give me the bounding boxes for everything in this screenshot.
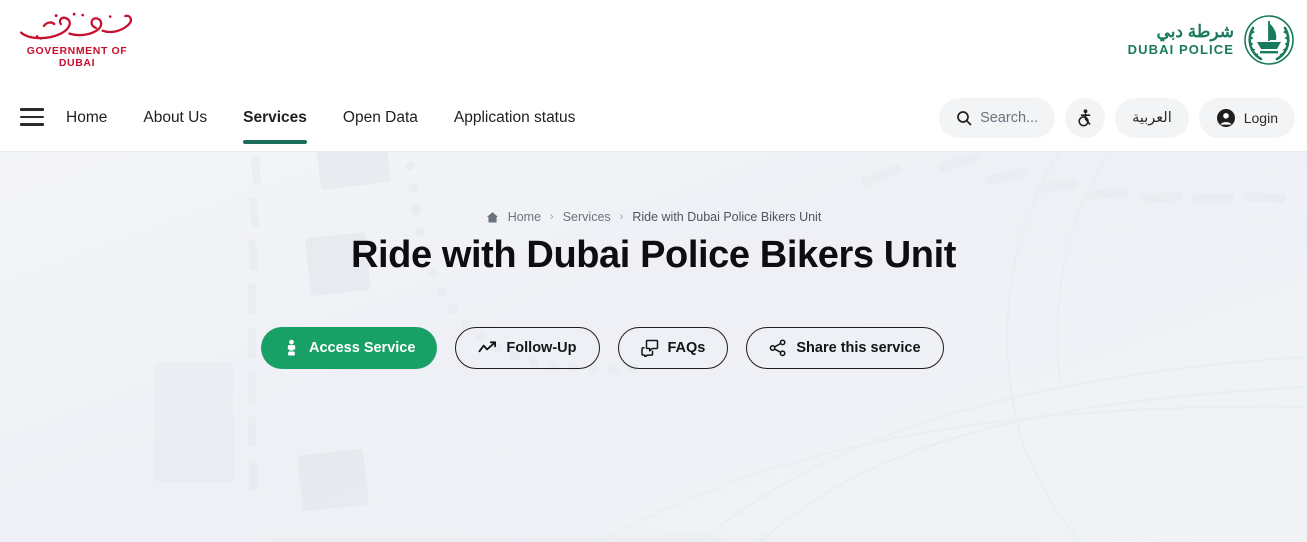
tap-person-icon	[287, 339, 296, 356]
breadcrumb-separator: ›	[550, 211, 554, 223]
share-service-button[interactable]: Share this service	[746, 327, 944, 369]
accessibility-button[interactable]	[1065, 97, 1106, 138]
faqs-label: FAQs	[667, 340, 706, 356]
service-action-buttons: Access Service Follow-Up FAQs Share this…	[261, 327, 944, 369]
top-logo-bar: GOVERNMENT OF DUBAI شرطة دبي DUBAI POLIC…	[0, 0, 1307, 83]
faqs-button[interactable]: FAQs	[617, 327, 729, 369]
nav-item-application-status[interactable]: Application status	[436, 83, 594, 152]
access-service-button[interactable]: Access Service	[261, 327, 438, 369]
hamburger-line	[20, 108, 44, 111]
accessibility-icon	[1078, 108, 1091, 126]
main-navigation-bar: Home About Us Services Open Data Applica…	[0, 83, 1307, 152]
user-circle-icon	[1216, 108, 1235, 127]
nav-item-label: About Us	[143, 108, 208, 126]
breadcrumb: Home › Services › Ride with Dubai Police…	[0, 210, 1307, 224]
nav-item-label: Open Data	[342, 108, 418, 126]
breadcrumb-item-services[interactable]: Services	[563, 210, 611, 224]
hamburger-line	[20, 123, 44, 126]
dubai-police-arabic-label: شرطة دبي	[1156, 22, 1234, 42]
government-of-dubai-logo[interactable]: GOVERNMENT OF DUBAI	[12, 8, 142, 69]
nav-item-about-us[interactable]: About Us	[125, 83, 225, 152]
follow-up-label: Follow-Up	[506, 340, 577, 356]
nav-item-label: Application status	[453, 108, 576, 126]
search-placeholder: Search...	[980, 109, 1039, 126]
nav-item-label: Home	[66, 108, 108, 126]
breadcrumb-item-current: Ride with Dubai Police Bikers Unit	[632, 210, 822, 224]
dubai-police-english-label: DUBAI POLICE	[1127, 41, 1234, 57]
hamburger-line	[20, 115, 44, 119]
government-of-dubai-label: GOVERNMENT OF DUBAI	[26, 45, 128, 69]
nav-item-home[interactable]: Home	[66, 83, 125, 152]
nav-links: Home About Us Services Open Data Applica…	[66, 83, 593, 152]
login-label: Login	[1243, 109, 1278, 126]
trend-line-icon	[478, 341, 497, 353]
dubai-police-wordmark: شرطة دبي DUBAI POLICE	[1128, 22, 1234, 57]
breadcrumb-separator: ›	[619, 211, 624, 223]
share-service-label: Share this service	[796, 340, 921, 356]
chat-question-icon	[640, 339, 658, 357]
login-button[interactable]: Login	[1198, 97, 1295, 138]
nav-item-label: Services	[243, 108, 307, 126]
follow-up-button[interactable]: Follow-Up	[455, 327, 600, 369]
search-input[interactable]: Search...	[939, 97, 1056, 138]
nav-utilities: Search... العربية Login	[939, 83, 1295, 152]
home-icon	[486, 211, 498, 223]
dubai-police-logo[interactable]: شرطة دبي DUBAI POLICE	[1128, 12, 1295, 68]
page-root: GOVERNMENT OF DUBAI شرطة دبي DUBAI POLIC…	[0, 0, 1307, 542]
hamburger-menu-icon[interactable]	[20, 108, 44, 126]
dubai-police-emblem-icon	[1244, 15, 1294, 65]
share-nodes-icon	[770, 339, 786, 357]
breadcrumb-item-home[interactable]: Home	[508, 210, 541, 224]
nav-item-open-data[interactable]: Open Data	[325, 83, 436, 152]
access-service-label: Access Service	[309, 340, 416, 356]
hero-section: Home › Services › Ride with Dubai Police…	[0, 152, 1307, 542]
search-icon	[957, 110, 972, 125]
nav-item-services[interactable]: Services	[225, 83, 325, 152]
language-label: العربية	[1132, 109, 1172, 126]
government-of-dubai-arabic-calligraphy-icon	[19, 12, 132, 40]
language-toggle-arabic[interactable]: العربية	[1115, 97, 1189, 138]
page-title: Ride with Dubai Police Bikers Unit	[350, 234, 957, 276]
